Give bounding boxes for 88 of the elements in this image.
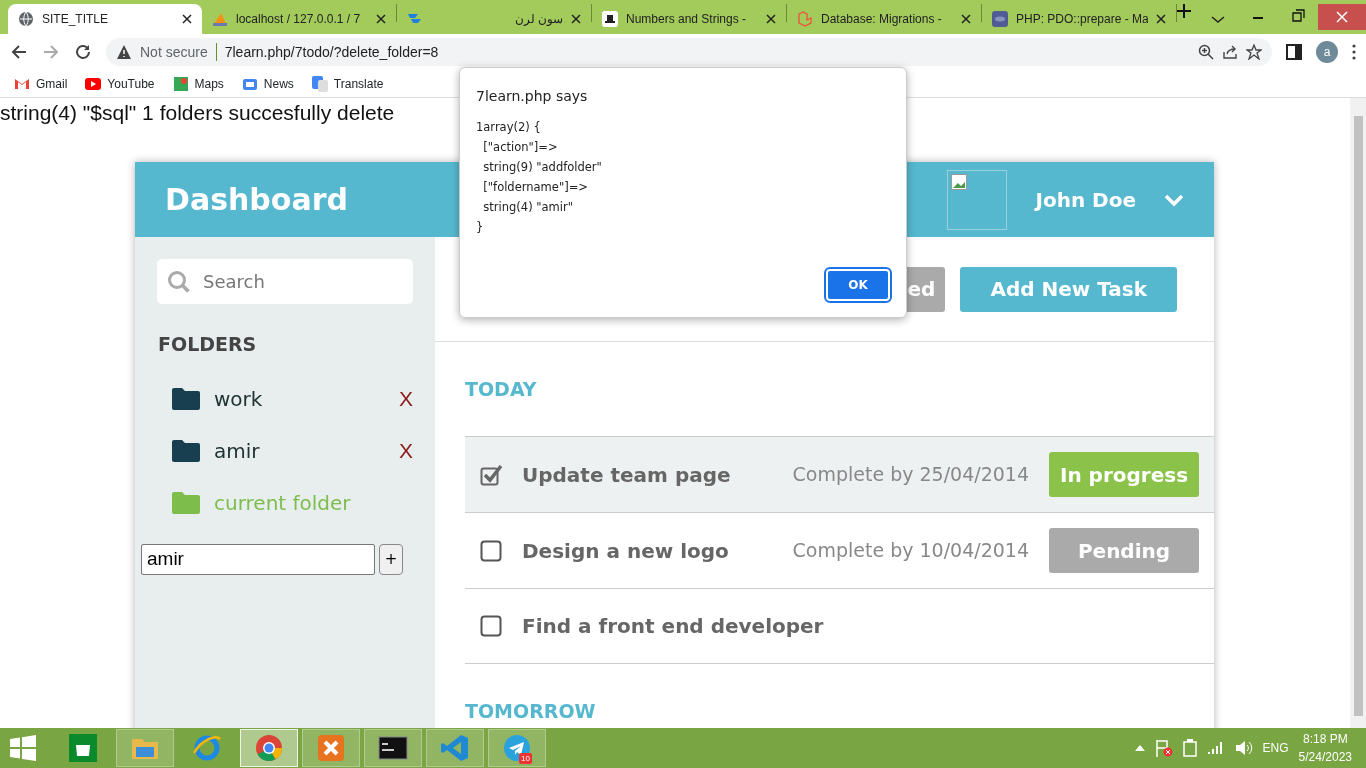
bookmark[interactable]: Translate: [311, 74, 384, 93]
signal-icon[interactable]: [1206, 741, 1225, 755]
profile-avatar[interactable]: a: [1316, 41, 1338, 63]
task-row[interactable]: Update team page Complete by 25/04/2014 In progress: [465, 436, 1214, 512]
volume-icon[interactable]: [1234, 740, 1253, 756]
status-label: In progress: [1049, 452, 1199, 497]
debug-output: string(4) "$sql" 1 folders succesfully delete: [0, 100, 395, 126]
reload-icon[interactable]: [74, 43, 92, 61]
share-icon[interactable]: [1222, 44, 1238, 60]
folder-item[interactable]: amir X: [157, 424, 413, 477]
hat-icon: [602, 11, 618, 27]
close-icon[interactable]: [766, 14, 776, 24]
back-icon[interactable]: [10, 43, 28, 61]
browser-tab[interactable]: localhost / 127.0.0.1 / 7: [202, 4, 396, 34]
flag-icon[interactable]: [1154, 739, 1173, 757]
ok-button[interactable]: OK: [826, 269, 890, 301]
status-label: Pending: [1049, 528, 1199, 573]
browser-icon: [254, 733, 284, 763]
task-title: Design a new logo: [522, 537, 730, 565]
url-text: 7learn.php/7todo/?delete_folder=8: [224, 42, 439, 62]
star-icon[interactable]: [1246, 44, 1262, 60]
sail-icon: [212, 11, 228, 27]
due-date: Complete by 25/04/2014: [792, 462, 1029, 488]
editor-icon: [440, 733, 470, 763]
section-heading: FOLDERS: [158, 332, 258, 357]
store-icon: [68, 733, 98, 763]
checkbox[interactable]: [480, 615, 502, 637]
address-bar[interactable]: Not secure 7learn.php/7todo/?delete_folder=8: [106, 38, 1272, 66]
broken-image-icon: [951, 173, 968, 190]
browser-tab[interactable]: SITE_TITLE: [8, 4, 202, 34]
new-tab-icon[interactable]: [1177, 4, 1191, 18]
browser-tab[interactable]: سون لرن: [397, 4, 591, 34]
section-title: TODAY: [465, 376, 538, 402]
task-title: Update team page: [522, 461, 732, 489]
security-label: Not secure: [140, 42, 208, 62]
browser-icon: [192, 733, 222, 763]
close-icon[interactable]: [182, 14, 192, 24]
scrollbar-thumb[interactable]: [1353, 116, 1363, 716]
battery-icon[interactable]: [1182, 739, 1197, 757]
delete-link[interactable]: X: [399, 434, 413, 467]
caret-up-icon[interactable]: [1134, 745, 1145, 751]
close-icon[interactable]: [376, 14, 386, 24]
taskbar-button[interactable]: 10: [488, 729, 546, 767]
taskbar-button[interactable]: [364, 729, 422, 767]
close-icon[interactable]: [961, 14, 971, 24]
dialog-title: 7learn.php says: [476, 87, 589, 106]
search-field[interactable]: Search: [157, 259, 413, 304]
task-title: Find a front end developer: [522, 613, 825, 640]
browser-tab[interactable]: PHP: PDO::prepare - Ma: [982, 4, 1176, 34]
bookmark[interactable]: YouTube: [85, 74, 155, 93]
terminal-icon: [378, 733, 408, 763]
map-pin-icon: [172, 75, 189, 92]
cube-outline-icon: [797, 11, 813, 27]
side-panel-icon[interactable]: [1286, 44, 1302, 60]
bookmark[interactable]: Maps: [172, 74, 224, 93]
dialog-message: 1array(2) { ["action"]=> string(9) "addfolder" ["foldername"]=> string(4) "amir" }: [476, 119, 603, 236]
folder-icon: [172, 491, 200, 514]
section-title: TOMORROW: [465, 698, 597, 724]
due-date: Complete by 10/04/2014: [792, 538, 1029, 564]
bookmark[interactable]: News: [241, 74, 294, 93]
checkbox[interactable]: [480, 463, 502, 486]
notification-badge: 10: [519, 753, 532, 764]
play-icon: [85, 75, 102, 92]
more-icon[interactable]: [1352, 44, 1356, 60]
folder-name-input[interactable]: amir: [141, 543, 375, 575]
bookmark[interactable]: Gmail: [14, 74, 68, 93]
windows-icon[interactable]: [10, 735, 36, 761]
user-name: John Doe: [1035, 186, 1136, 214]
close-icon[interactable]: [571, 14, 581, 24]
search-icon: [167, 270, 191, 294]
browser-tab[interactable]: Database: Migrations -: [787, 4, 981, 34]
messenger-icon: [502, 733, 532, 763]
task-row[interactable]: Find a front end developer: [465, 588, 1214, 664]
task-row[interactable]: Design a new logo Complete by 10/04/2014 Pending: [465, 512, 1214, 588]
folder-icon: [172, 387, 200, 410]
checkbox[interactable]: [480, 539, 502, 562]
browser-tab[interactable]: Numbers and Strings -: [592, 4, 786, 34]
close-icon[interactable]: [1156, 14, 1166, 24]
folder-icon: [172, 439, 200, 462]
translate-icon: [311, 75, 328, 92]
dashboard-title: Dashboard: [165, 181, 348, 219]
warning-icon: [116, 44, 132, 60]
add-folder-button[interactable]: +: [379, 543, 403, 575]
delete-link[interactable]: X: [399, 382, 413, 415]
folder-item[interactable]: work X: [157, 372, 413, 425]
globe-icon: [18, 11, 34, 27]
app-icon: [316, 733, 346, 763]
zoom-icon[interactable]: [1198, 44, 1214, 60]
